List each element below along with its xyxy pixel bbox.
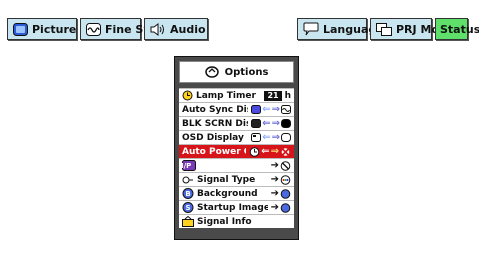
menu-item-label: OSD Display: [182, 132, 244, 143]
tab-picture[interactable]: Picture: [7, 18, 77, 40]
menu-item-label: Auto Power Off: [182, 146, 246, 157]
tab-label: Picture: [32, 22, 77, 36]
svg-text:B: B: [185, 190, 190, 198]
fine-sync-icon: [86, 22, 101, 36]
lamp-timer-value: 21: [264, 90, 282, 101]
auto-power-off-toggle[interactable]: ⇐ ⇒: [249, 146, 291, 157]
tab-label: Status: [440, 22, 479, 36]
startup-image-icon: S: [182, 202, 194, 213]
lamp-timer-value-group: 21 h: [264, 90, 291, 101]
osd-off-icon: [281, 133, 291, 142]
tab-language[interactable]: Language: [297, 18, 384, 40]
signal-type-icon: [182, 175, 194, 185]
right-arrow-icon: ⇒: [270, 146, 279, 157]
sync-on-icon: [251, 105, 262, 114]
signal-info-icon: [182, 216, 194, 227]
speaker-icon: [150, 22, 166, 36]
tab-prj-mode[interactable]: PRJ Mode: [370, 18, 454, 40]
menu-title: Options: [179, 61, 294, 83]
signal-rgb-icon: [280, 174, 291, 185]
signal-type-value: ➔: [270, 173, 291, 185]
lamp-timer-unit: h: [284, 90, 291, 101]
menu-item-signal-info[interactable]: Signal Info: [179, 214, 294, 228]
projector-mode-icon: [376, 22, 392, 36]
left-arrow-icon: ⇐: [262, 118, 271, 129]
right-arrow-icon: ➔: [270, 201, 279, 213]
right-arrow-icon: ➔: [270, 173, 279, 185]
svg-text:S: S: [185, 204, 190, 212]
menu-item-blk-scrn-disp[interactable]: BLK SCRN Disp ⇐ ⇒: [179, 116, 294, 130]
power-timer-icon: [249, 146, 260, 157]
lamp-timer-icon: [182, 90, 193, 101]
left-arrow-icon: ⇐: [262, 104, 271, 115]
menu-item-ip[interactable]: I/P ➔: [179, 158, 294, 172]
osd-display-toggle[interactable]: ⇐ ⇒: [251, 132, 291, 143]
menu-item-signal-type[interactable]: Signal Type ➔: [179, 172, 294, 186]
right-arrow-icon: ⇒: [271, 104, 280, 115]
ip-value: ➔: [270, 159, 291, 171]
tab-audio[interactable]: Audio: [144, 18, 208, 40]
ip-off-icon: [280, 160, 291, 171]
menu-item-auto-power-off[interactable]: Auto Power Off ⇐ ⇒: [179, 144, 294, 158]
options-menu: Options Lamp Timer 21 h Auto Sync Disp ⇐…: [174, 56, 299, 240]
menu-item-label: BLK SCRN Disp: [182, 118, 248, 129]
speech-bubble-icon: [303, 22, 319, 36]
background-icon: B: [182, 188, 194, 199]
blank-screen-icon: [251, 119, 262, 128]
options-icon: [204, 66, 219, 78]
left-arrow-icon: ⇐: [262, 132, 271, 143]
picture-icon: [13, 22, 28, 36]
startup-image-value-icon: [280, 202, 291, 213]
right-arrow-icon: ⇒: [271, 132, 280, 143]
tab-fine-sync[interactable]: Fine Sync: [80, 18, 165, 40]
tab-label: Audio: [170, 22, 206, 36]
menu-item-label: Lamp Timer: [196, 90, 256, 101]
blk-scrn-disp-toggle[interactable]: ⇐ ⇒: [251, 118, 291, 129]
background-value: ➔: [270, 187, 291, 199]
menu-title-text: Options: [224, 66, 269, 78]
right-arrow-icon: ⇒: [271, 118, 280, 129]
black-screen-icon: [281, 119, 291, 128]
menu-item-label: Background: [197, 188, 258, 199]
menu-item-osd-display[interactable]: OSD Display ⇐ ⇒: [179, 130, 294, 144]
menu-item-label: Signal Info: [197, 216, 252, 227]
menu-item-label: Startup Image: [197, 202, 268, 213]
power-timer-off-icon: [280, 146, 291, 157]
menu-item-label: Auto Sync Disp: [182, 104, 248, 115]
right-arrow-icon: ➔: [270, 159, 279, 171]
menu-item-lamp-timer[interactable]: Lamp Timer 21 h: [179, 88, 294, 102]
osd-on-icon: [251, 133, 262, 142]
left-arrow-icon: ⇐: [261, 146, 270, 157]
sync-wave-icon: [281, 105, 291, 114]
menu-item-auto-sync-disp[interactable]: Auto Sync Disp ⇐ ⇒: [179, 102, 294, 116]
menu-item-label: I/P: [181, 161, 192, 170]
menu-item-label: Signal Type: [197, 174, 256, 185]
background-blue-icon: [280, 188, 291, 199]
auto-sync-disp-toggle[interactable]: ⇐ ⇒: [251, 104, 291, 115]
menu-item-background[interactable]: B Background ➔: [179, 186, 294, 200]
tab-status[interactable]: Status: [435, 18, 479, 40]
startup-image-value: ➔: [270, 201, 291, 213]
right-arrow-icon: ➔: [270, 187, 279, 199]
menu-item-startup-image[interactable]: S Startup Image ➔: [179, 200, 294, 214]
